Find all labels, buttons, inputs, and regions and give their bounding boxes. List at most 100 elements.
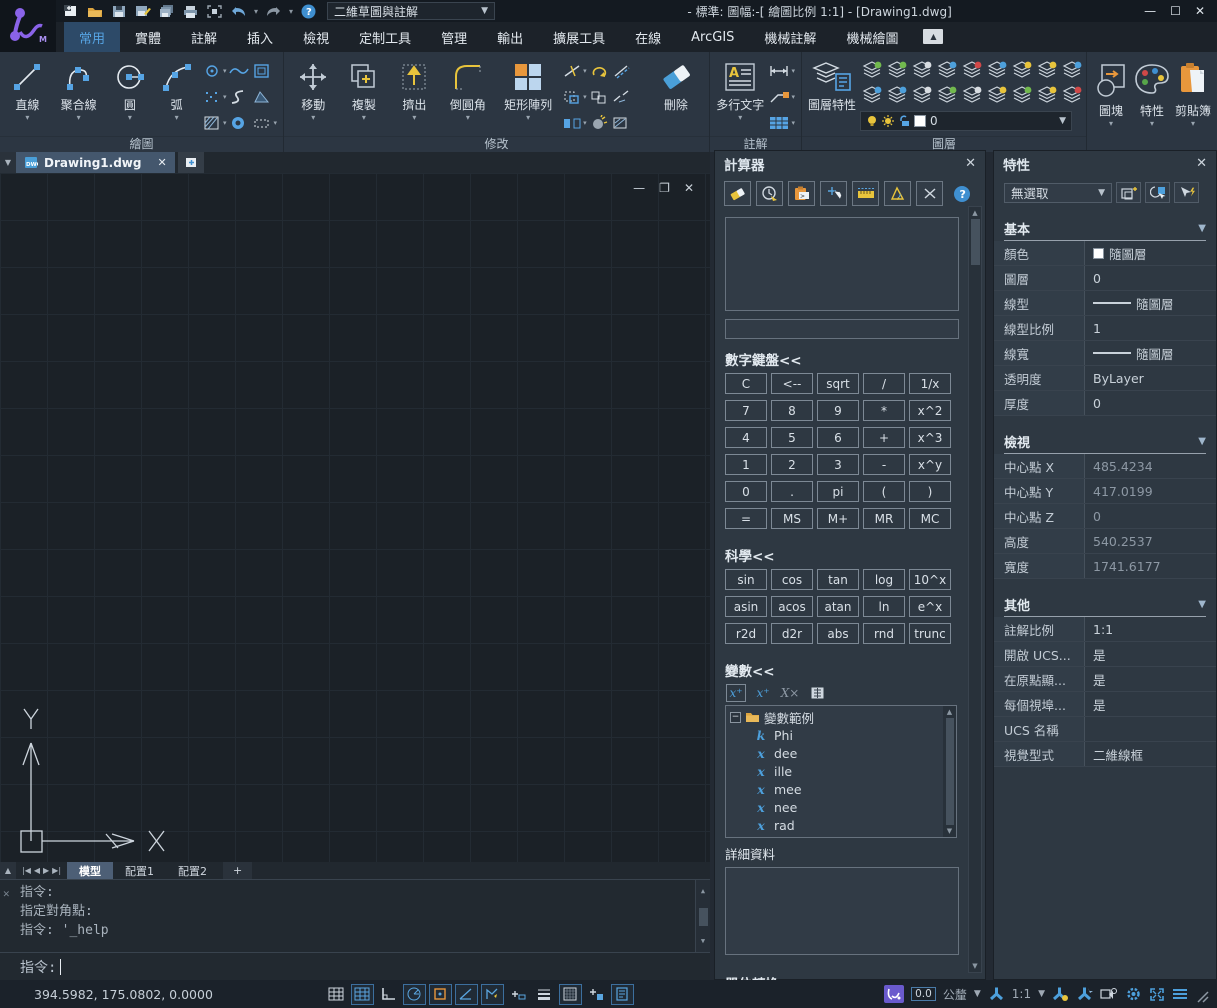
calc-button-3[interactable]: 3 (817, 454, 859, 475)
break-icon[interactable] (611, 84, 631, 110)
offset-icon[interactable] (611, 58, 631, 84)
measure-angle-icon[interactable] (884, 181, 911, 206)
layer-unlock-icon[interactable] (985, 58, 1009, 82)
calc-button-9[interactable]: 9 (817, 400, 859, 421)
sci-button-atan[interactable]: atan (817, 596, 859, 617)
variable-item-mee[interactable]: xmee (730, 780, 956, 798)
calc-button-x^2[interactable]: x^2 (909, 400, 951, 421)
object-snap-icon[interactable] (429, 984, 452, 1005)
leader-icon[interactable] (768, 90, 790, 104)
point-style-icon[interactable] (202, 89, 222, 105)
calculator-help-icon[interactable]: ? (948, 181, 975, 206)
ribbon-tab-5[interactable]: 檢視 (288, 22, 344, 52)
calc-button-/[interactable]: / (863, 373, 905, 394)
app-logo-icon[interactable]: M (0, 0, 56, 52)
drawing-minimize-button[interactable]: — (633, 181, 645, 195)
ribbon-tab-10[interactable]: 在線 (620, 22, 676, 52)
command-collapse-icon[interactable]: ▲ (0, 862, 16, 879)
ribbon-tab-12[interactable]: 機械註解 (749, 22, 831, 52)
scale-icon[interactable] (562, 89, 582, 105)
calc-button-0[interactable]: 0 (725, 481, 767, 502)
calc-button-.[interactable]: . (771, 481, 813, 502)
quick-select-icon[interactable] (1116, 182, 1141, 203)
property-value[interactable]: 540.2537 (1093, 534, 1153, 549)
polyline-button[interactable]: 聚合線▾ (53, 56, 105, 134)
line-button[interactable]: 直線▾ (6, 56, 49, 134)
ribbon-tab-7[interactable]: 管理 (426, 22, 482, 52)
spline-wave-icon[interactable] (228, 58, 250, 84)
calc-button-pi[interactable]: pi (817, 481, 859, 502)
variable-item-rad[interactable]: xrad (730, 816, 956, 834)
clipboard-panel-button[interactable]: 剪貼簿▾ (1175, 56, 1211, 148)
calc-button-2[interactable]: 2 (771, 454, 813, 475)
property-value[interactable]: 0 (1093, 271, 1101, 286)
rect-array-button[interactable]: 矩形陣列▾ (498, 56, 558, 134)
variables-folder-row[interactable]: −變數範例 (730, 708, 956, 726)
variable-item-Phi[interactable]: kPhi (730, 726, 956, 744)
property-value[interactable]: 二維線框 (1093, 745, 1143, 764)
annotation-visibility-icon[interactable] (1052, 986, 1069, 1002)
arc-button[interactable]: 弧▾ (155, 56, 198, 134)
scientific-section-label[interactable]: 科學<< (725, 545, 985, 565)
property-value[interactable]: 是 (1093, 645, 1106, 664)
copy-button[interactable]: 複製▾ (341, 56, 388, 134)
calc-button-*[interactable]: * (863, 400, 905, 421)
clear-icon[interactable] (724, 181, 751, 206)
layout-tab-model[interactable]: 模型 (67, 862, 113, 879)
layer-on-icon[interactable] (885, 58, 909, 82)
sci-button-sin[interactable]: sin (725, 569, 767, 590)
property-value[interactable]: 是 (1093, 670, 1106, 689)
calc-button-1[interactable]: 1 (725, 454, 767, 475)
sci-button-cos[interactable]: cos (771, 569, 813, 590)
open-icon[interactable] (86, 3, 103, 19)
property-value[interactable]: 是 (1093, 695, 1106, 714)
property-value[interactable]: 417.0199 (1093, 484, 1153, 499)
properties-section-header-3[interactable]: 其他▼ (1004, 595, 1206, 617)
move-button[interactable]: 移動▾ (290, 56, 337, 134)
variable-item-vee[interactable]: xvee (730, 834, 956, 838)
selection-cycling-icon[interactable] (1100, 987, 1118, 1002)
calc-button-7[interactable]: 7 (725, 400, 767, 421)
variable-item-ille[interactable]: xille (730, 762, 956, 780)
calc-button-8[interactable]: 8 (771, 400, 813, 421)
toggle-pickadd-icon[interactable] (1174, 182, 1199, 203)
print-icon[interactable] (182, 3, 199, 19)
get-coordinates-icon[interactable] (820, 181, 847, 206)
layout-nav-arrows[interactable]: |◀◀▶▶| (16, 862, 67, 879)
variable-item-nee[interactable]: xnee (730, 798, 956, 816)
calc-button-MS[interactable]: MS (771, 508, 813, 529)
measure-distance-icon[interactable] (852, 181, 879, 206)
layer-thaw-icon[interactable] (935, 58, 959, 82)
command-input[interactable]: 指令: (0, 952, 710, 980)
numpad-section-label[interactable]: 數字鍵盤<< (725, 349, 985, 369)
calc-button-4[interactable]: 4 (725, 427, 767, 448)
layer-match-icon[interactable] (885, 83, 909, 107)
calc-button-MR[interactable]: MR (863, 508, 905, 529)
properties-close-icon[interactable]: ✕ (1196, 156, 1207, 171)
new-document-tab-button[interactable] (178, 152, 204, 173)
spline-icon[interactable] (228, 84, 250, 110)
layer-properties-button[interactable]: 圖層特性 (808, 56, 856, 134)
lineweight-display-icon[interactable] (533, 984, 556, 1005)
edit-variable-icon[interactable]: x⁺ (753, 684, 773, 702)
minimize-button[interactable]: — (1144, 4, 1156, 18)
sci-button-acos[interactable]: acos (771, 596, 813, 617)
layer-walk-icon[interactable] (860, 83, 884, 107)
ribbon-tab-13[interactable]: 機械繪圖 (831, 22, 913, 52)
property-value[interactable]: ByLayer (1093, 371, 1144, 386)
calc-button-x^3[interactable]: x^3 (909, 427, 951, 448)
calc-button-([interactable]: ( (863, 481, 905, 502)
sci-button-tan[interactable]: tan (817, 569, 859, 590)
section-collapse-icon[interactable]: ▼ (1198, 436, 1206, 447)
calc-button-=[interactable]: = (725, 508, 767, 529)
calc-button-5[interactable]: 5 (771, 427, 813, 448)
undo-icon[interactable] (230, 3, 247, 19)
layer-list-icon[interactable] (960, 83, 984, 107)
redo-dropdown-icon[interactable]: ▾ (289, 7, 293, 16)
dynamic-ucs-icon[interactable] (481, 984, 504, 1005)
drawing-restore-button[interactable]: ❐ (659, 181, 670, 195)
table-icon[interactable] (768, 116, 790, 130)
sci-button-r2d[interactable]: r2d (725, 623, 767, 644)
calc-button-M+[interactable]: M+ (817, 508, 859, 529)
layer-restore-icon[interactable] (1010, 83, 1034, 107)
